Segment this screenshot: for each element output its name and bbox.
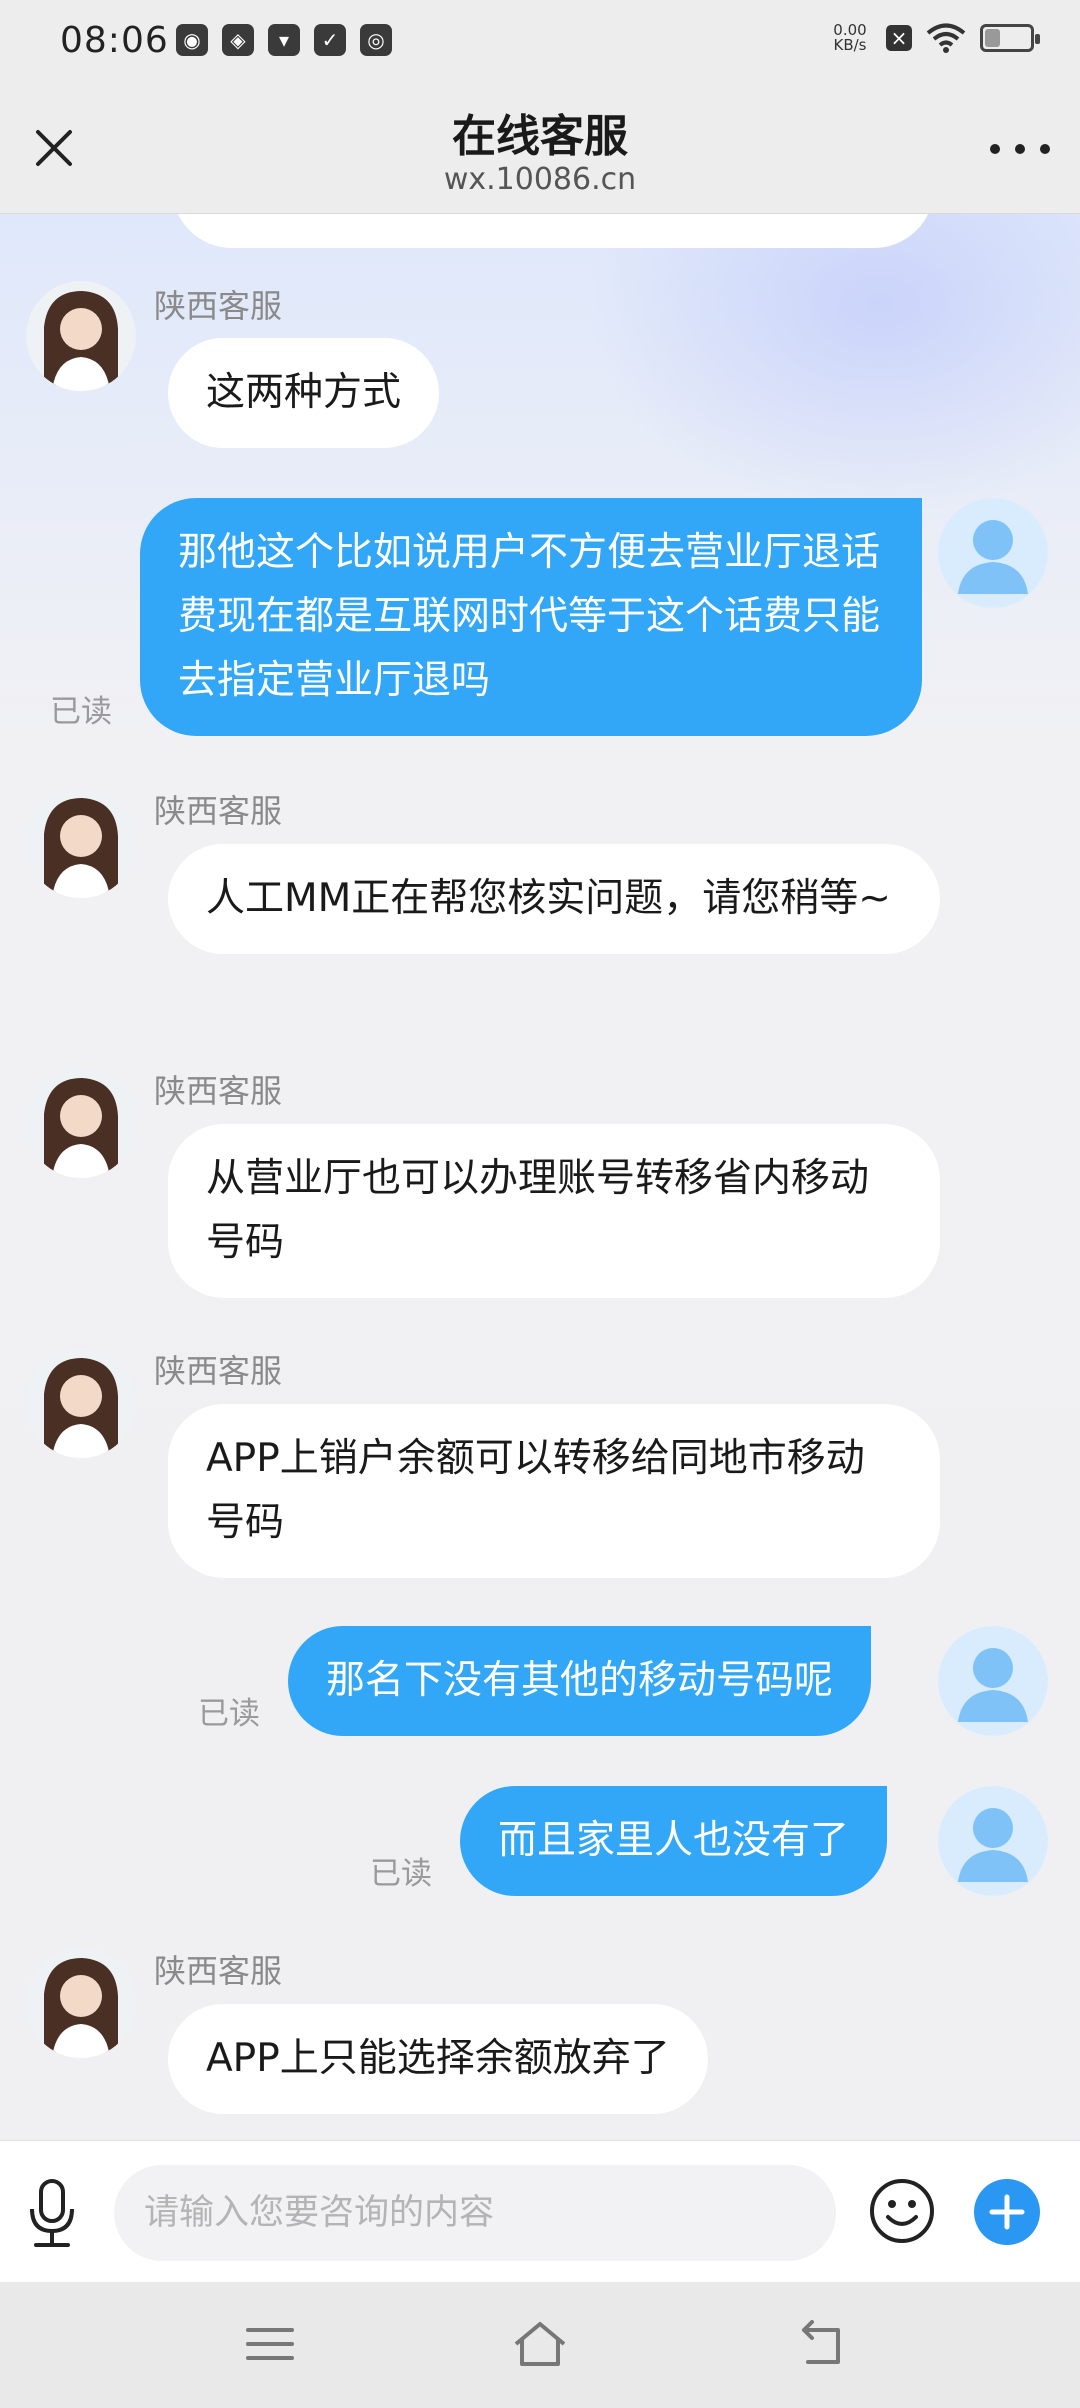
back-icon[interactable]	[794, 2318, 854, 2370]
agent-avatar	[26, 1068, 136, 1178]
read-status: 已读	[370, 1856, 432, 1892]
page-title: 在线客服	[452, 111, 628, 162]
app-icon: ◈	[222, 24, 254, 56]
agent-name: 陕西客服	[154, 1072, 283, 1110]
agent-name: 陕西客服	[154, 1952, 283, 1990]
message-input[interactable]	[114, 2165, 836, 2261]
microphone-icon[interactable]	[24, 2177, 80, 2249]
user-avatar	[938, 1626, 1048, 1736]
agent-avatar	[26, 1948, 136, 2058]
agent-message: 从营业厅也可以办理账号转移省内移动号码	[168, 1124, 940, 1298]
menu-icon[interactable]	[240, 2318, 300, 2370]
more-icon[interactable]	[990, 134, 1050, 164]
net-speed: 0.00 KB/s	[828, 23, 872, 53]
input-bar	[0, 2140, 1080, 2282]
notification-icons: ◉ ◈ ▾ ✓ ◎	[176, 24, 392, 56]
header: 在线客服 wx.10086.cn	[0, 82, 1080, 214]
user-message: 那他这个比如说用户不方便去营业厅退话费现在都是互联网时代等于这个话费只能去指定营…	[140, 498, 922, 736]
home-icon[interactable]	[510, 2318, 570, 2370]
agent-message: APP上销户余额可以转移给同地市移动号码	[168, 1404, 940, 1578]
agent-name: 陕西客服	[154, 287, 283, 325]
plus-icon	[989, 2194, 1025, 2230]
system-nav-bar	[0, 2282, 1080, 2408]
agent-name: 陕西客服	[154, 1352, 283, 1390]
battery-icon	[980, 24, 1040, 52]
agent-message: 人工MM正在帮您核实问题，请您稍等~	[168, 844, 940, 954]
user-avatar	[938, 498, 1048, 608]
agent-avatar	[26, 281, 136, 391]
user-avatar	[938, 1786, 1048, 1896]
status-bar: 08:06 ◉ ◈ ▾ ✓ ◎ 0.00 KB/s ×	[0, 0, 1080, 82]
wifi-icon	[926, 23, 966, 53]
status-time: 08:06	[60, 20, 169, 61]
agent-message: APP上只能选择余额放弃了	[168, 2004, 708, 2114]
no-sim-icon: ×	[886, 25, 912, 51]
battery-level	[985, 29, 1001, 47]
agent-message: 这两种方式	[168, 338, 440, 448]
wechat-icon: ◉	[176, 24, 208, 56]
shield-icon: ✓	[314, 24, 346, 56]
read-status: 已读	[198, 1696, 260, 1732]
page-url: wx.10086.cn	[443, 162, 637, 197]
agent-avatar	[26, 788, 136, 898]
user-message: 而且家里人也没有了	[460, 1786, 888, 1896]
agent-name: 陕西客服	[154, 792, 283, 830]
net-speed-unit: KB/s	[833, 36, 867, 54]
previous-bubble	[172, 214, 934, 248]
circle-app-icon: ◎	[360, 24, 392, 56]
plus-button[interactable]	[974, 2179, 1040, 2245]
agent-avatar	[26, 1348, 136, 1458]
emoji-icon[interactable]	[868, 2177, 936, 2245]
chat-area[interactable]: 陕西客服 这两种方式 那他这个比如说用户不方便去营业厅退话费现在都是互联网时代等…	[0, 214, 1080, 2140]
read-status: 已读	[50, 694, 112, 730]
status-right: 0.00 KB/s ×	[828, 22, 1040, 54]
mail-icon: ▾	[268, 24, 300, 56]
user-message: 那名下没有其他的移动号码呢	[288, 1626, 872, 1736]
